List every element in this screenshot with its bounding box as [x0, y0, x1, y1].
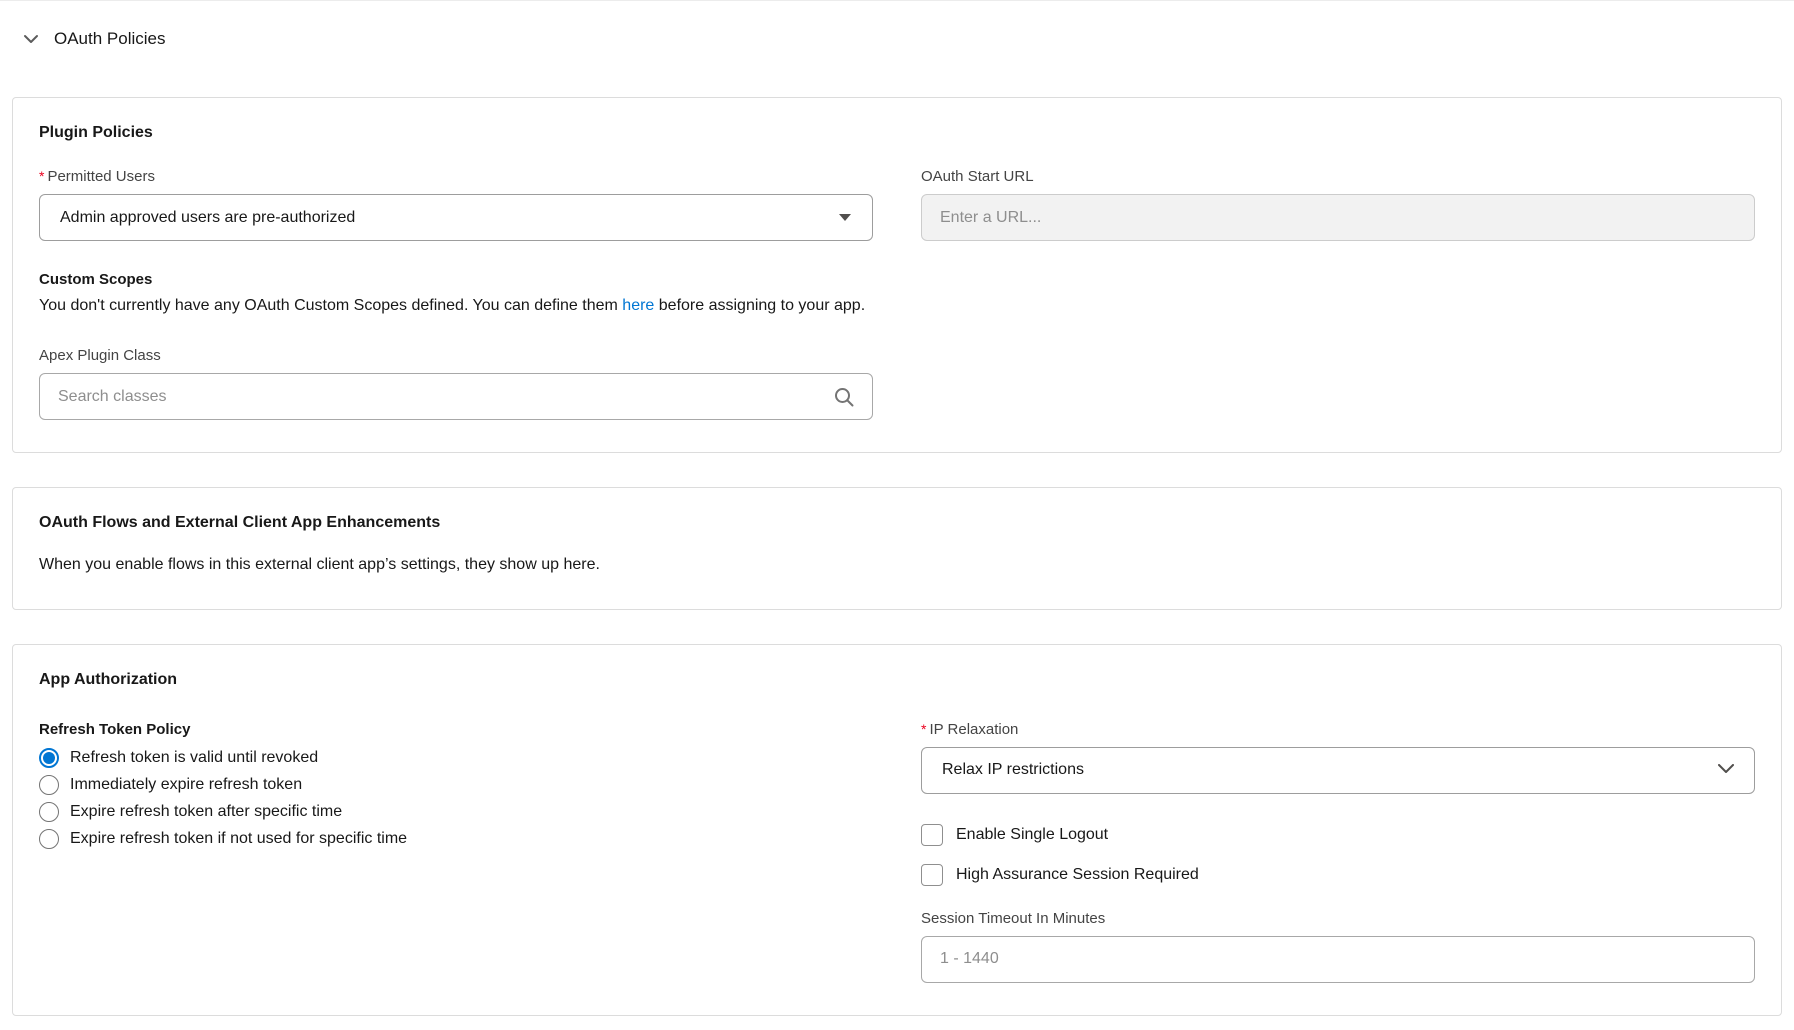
required-asterisk: * — [921, 721, 926, 737]
radio-button-icon — [39, 775, 59, 795]
radio-label: Expire refresh token after specific time — [70, 803, 342, 821]
oauth-start-url-label: OAuth Start URL — [921, 168, 1755, 185]
apex-class-search-input[interactable] — [39, 373, 873, 420]
chevron-down-icon — [1718, 761, 1734, 779]
required-asterisk: * — [39, 168, 44, 184]
custom-scopes-text: You don't currently have any OAuth Custo… — [39, 295, 1755, 317]
refresh-token-policy-group: Refresh Token Policy Refresh token is va… — [39, 721, 873, 983]
permitted-users-select[interactable]: Admin approved users are pre-authorized — [39, 194, 873, 241]
ip-relaxation-select[interactable]: Relax IP restrictions — [921, 747, 1755, 794]
radio-refresh-token-valid-until-revoked[interactable]: Refresh token is valid until revoked — [39, 748, 873, 768]
permitted-users-label: *Permitted Users — [39, 168, 873, 185]
radio-immediately-expire-refresh-token[interactable]: Immediately expire refresh token — [39, 775, 873, 795]
apex-plugin-class-label: Apex Plugin Class — [39, 347, 873, 364]
dropdown-triangle-icon — [838, 209, 852, 227]
custom-scopes-label: Custom Scopes — [39, 271, 1755, 288]
permitted-users-value: Admin approved users are pre-authorized — [60, 209, 355, 227]
radio-label: Expire refresh token if not used for spe… — [70, 830, 407, 848]
plugin-policies-card: Plugin Policies *Permitted Users Admin a… — [12, 97, 1782, 453]
ip-relaxation-label: *IP Relaxation — [921, 721, 1755, 738]
oauth-flows-card: OAuth Flows and External Client App Enha… — [12, 487, 1782, 609]
radio-button-icon — [39, 829, 59, 849]
session-timeout-label: Session Timeout In Minutes — [921, 910, 1755, 927]
chevron-down-icon — [22, 30, 40, 48]
radio-button-icon — [39, 748, 59, 768]
high-assurance-session-checkbox[interactable]: High Assurance Session Required — [921, 864, 1755, 886]
radio-label: Immediately expire refresh token — [70, 776, 302, 794]
oauth-flows-description: When you enable flows in this external c… — [39, 554, 1755, 576]
radio-label: Refresh token is valid until revoked — [70, 749, 318, 767]
oauth-start-url-input[interactable] — [921, 194, 1755, 241]
apex-plugin-class-field: Apex Plugin Class — [39, 347, 873, 420]
checkbox-label: High Assurance Session Required — [956, 866, 1199, 884]
oauth-start-url-field: OAuth Start URL — [921, 168, 1755, 241]
custom-scopes-here-link[interactable]: here — [622, 297, 654, 314]
plugin-policies-title: Plugin Policies — [39, 124, 1755, 142]
checkbox-icon — [921, 824, 943, 846]
oauth-policies-section-header[interactable]: OAuth Policies — [12, 1, 1782, 49]
app-authorization-right-column: *IP Relaxation Relax IP restrictions Ena… — [921, 721, 1755, 983]
app-authorization-card: App Authorization Refresh Token Policy R… — [12, 644, 1782, 1016]
radio-expire-refresh-token-after-specific-time[interactable]: Expire refresh token after specific time — [39, 802, 873, 822]
app-authorization-title: App Authorization — [39, 671, 1755, 689]
section-title: OAuth Policies — [54, 29, 166, 49]
session-timeout-input[interactable] — [921, 936, 1755, 983]
radio-button-icon — [39, 802, 59, 822]
checkbox-icon — [921, 864, 943, 886]
oauth-policies-page: OAuth Policies Plugin Policies *Permitte… — [0, 1, 1794, 1016]
permitted-users-field: *Permitted Users Admin approved users ar… — [39, 168, 873, 241]
enable-single-logout-checkbox[interactable]: Enable Single Logout — [921, 824, 1755, 846]
checkbox-label: Enable Single Logout — [956, 826, 1108, 844]
ip-relaxation-value: Relax IP restrictions — [942, 761, 1084, 779]
refresh-token-policy-label: Refresh Token Policy — [39, 721, 873, 738]
radio-expire-refresh-token-if-not-used[interactable]: Expire refresh token if not used for spe… — [39, 829, 873, 849]
oauth-flows-title: OAuth Flows and External Client App Enha… — [39, 514, 1755, 532]
